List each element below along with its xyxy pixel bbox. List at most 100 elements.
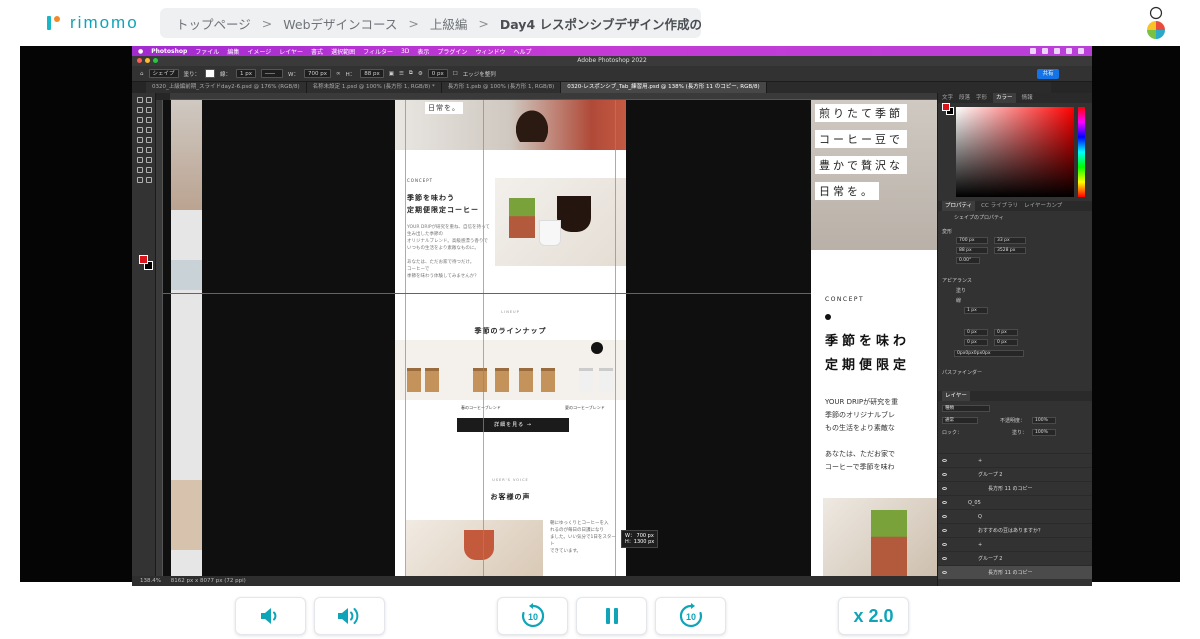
- minimize-icon[interactable]: [145, 58, 150, 63]
- magic-wand-icon[interactable]: [137, 117, 143, 123]
- panel-foreground-swatch[interactable]: [942, 103, 950, 111]
- eye-icon[interactable]: [942, 501, 947, 504]
- radius-css-field[interactable]: 0px0px0px0px: [954, 350, 1024, 357]
- pc-artboard[interactable]: 煎りたて季節 コーヒー豆で 豊かで贅沢な 日常を。 CONCEPT 季節を味わ …: [811, 100, 937, 576]
- tablet-artboard[interactable]: 日常を。 CONCEPT 季節を味わう 定期便限定コーヒー YOUR DRIPが…: [395, 100, 626, 576]
- brand-emblem-icon[interactable]: [1146, 5, 1166, 41]
- layer-kind-filter[interactable]: 種類: [942, 405, 990, 412]
- radius-field[interactable]: 0 px: [964, 339, 988, 346]
- volume-up-button[interactable]: [314, 597, 385, 635]
- fill-swatch[interactable]: [205, 69, 216, 78]
- apple-icon[interactable]: ●: [138, 48, 143, 55]
- eye-icon[interactable]: [942, 571, 947, 574]
- eraser-tool-icon[interactable]: [146, 137, 152, 143]
- appearance-section[interactable]: アピアランス: [942, 277, 972, 284]
- layer-row-selected[interactable]: 長方形 11 のコピー: [938, 565, 1092, 579]
- path-ops-icon[interactable]: ▣: [389, 71, 394, 77]
- eye-icon[interactable]: [942, 557, 947, 560]
- rewind-10-button[interactable]: 10: [497, 597, 568, 635]
- menu-select[interactable]: 選択範囲: [331, 47, 355, 56]
- fill-opacity-field[interactable]: 100%: [1032, 429, 1056, 436]
- prop-x-field[interactable]: 33 px: [994, 237, 1026, 244]
- menu-window[interactable]: ウィンドウ: [475, 47, 505, 56]
- menu-edit[interactable]: 編集: [227, 47, 239, 56]
- layer-row[interactable]: おすすめの豆はありますか？: [938, 523, 1092, 537]
- search-icon[interactable]: [1066, 48, 1072, 54]
- menu-filter[interactable]: フィルター: [363, 47, 393, 56]
- pause-button[interactable]: [576, 597, 647, 635]
- stroke-width-field[interactable]: 1 px: [236, 69, 257, 78]
- radius-field[interactable]: 0 px: [994, 339, 1018, 346]
- detail-button[interactable]: 詳細を見る →: [457, 418, 569, 432]
- tab-color[interactable]: カラー: [993, 93, 1016, 103]
- crop-tool-icon[interactable]: [146, 117, 152, 123]
- close-icon[interactable]: [137, 58, 142, 63]
- tab-info[interactable]: 情報: [1022, 93, 1033, 103]
- playback-speed-button[interactable]: x 2.0: [838, 597, 909, 635]
- guide-vertical[interactable]: [405, 100, 406, 576]
- path-select-icon[interactable]: [146, 157, 152, 163]
- tab-properties[interactable]: プロパティ: [942, 201, 976, 211]
- menu-help[interactable]: ヘルプ: [513, 47, 531, 56]
- layer-row[interactable]: グループ 2: [938, 551, 1092, 565]
- prop-w-field[interactable]: 700 px: [956, 237, 988, 244]
- height-field[interactable]: 88 px: [360, 69, 384, 78]
- prop-angle-field[interactable]: 0.00°: [956, 257, 980, 264]
- menu-type[interactable]: 書式: [311, 47, 323, 56]
- doc-tab[interactable]: 長方形 1.psb @ 100% (長方形 1, RGB/8): [441, 82, 562, 93]
- battery-icon[interactable]: [1054, 48, 1060, 54]
- eye-icon[interactable]: [942, 529, 947, 532]
- menu-view[interactable]: 表示: [417, 47, 429, 56]
- canvas[interactable]: 日常を。 CONCEPT 季節を味わう 定期便限定コーヒー YOUR DRIPが…: [163, 100, 937, 576]
- layer-row[interactable]: グループ 2: [938, 467, 1092, 481]
- layer-row[interactable]: Q_05: [938, 495, 1092, 509]
- type-tool-icon[interactable]: [137, 157, 143, 163]
- eye-icon[interactable]: [942, 459, 947, 462]
- forward-10-button[interactable]: 10: [655, 597, 726, 635]
- link-icon[interactable]: ∞: [336, 71, 341, 77]
- shape-mode-select[interactable]: シェイプ: [148, 69, 179, 78]
- layer-row[interactable]: +: [938, 537, 1092, 551]
- appearance-stroke-width[interactable]: 1 px: [964, 307, 988, 314]
- prop-h-field[interactable]: 88 px: [956, 247, 988, 254]
- menu-file[interactable]: ファイル: [195, 47, 219, 56]
- marquee-tool-icon[interactable]: [137, 107, 143, 113]
- home-icon[interactable]: ⌂: [140, 71, 144, 77]
- zoom-icon[interactable]: [153, 58, 158, 63]
- zoom-tool-icon[interactable]: [146, 177, 152, 183]
- align-icon[interactable]: ☰: [399, 71, 404, 77]
- zoom-level[interactable]: 138.4%: [140, 578, 161, 584]
- stamp-tool-icon[interactable]: [137, 137, 143, 143]
- gear-icon[interactable]: ⚙: [418, 71, 423, 77]
- eye-icon[interactable]: [942, 487, 947, 490]
- menu-layer[interactable]: レイヤー: [279, 47, 303, 56]
- guide-vertical[interactable]: [483, 100, 484, 576]
- tab-layer-comps[interactable]: レイヤーカンプ: [1024, 201, 1062, 211]
- rectangle-tool-icon[interactable]: [137, 167, 143, 173]
- blend-mode-select[interactable]: 通常: [942, 417, 978, 424]
- layer-row[interactable]: +: [938, 453, 1092, 467]
- tab-glyphs[interactable]: 字形: [976, 93, 987, 103]
- move-tool-icon[interactable]: [137, 97, 143, 103]
- corner-radius-field[interactable]: 0 px: [427, 69, 448, 78]
- doc-tab-active[interactable]: 0320-レスポンシブ_Tab_練習用.psd @ 138% (長方形 11 の…: [561, 82, 767, 93]
- radius-field[interactable]: 0 px: [994, 329, 1018, 336]
- eye-icon[interactable]: [942, 473, 947, 476]
- gradient-tool-icon[interactable]: [137, 147, 143, 153]
- hand-tool-icon[interactable]: [137, 177, 143, 183]
- eyedropper-icon[interactable]: [137, 127, 143, 133]
- transform-section[interactable]: 変形: [942, 228, 952, 235]
- eye-icon[interactable]: [942, 515, 947, 518]
- breadcrumb-web-design[interactable]: Webデザインコース: [283, 14, 397, 33]
- layer-row[interactable]: 長方形 11 のコピー: [938, 481, 1092, 495]
- tab-cc-libraries[interactable]: CC ライブラリ: [981, 201, 1018, 211]
- width-field[interactable]: 700 px: [304, 69, 331, 78]
- tab-layers[interactable]: レイヤー: [942, 391, 970, 401]
- breadcrumb-top[interactable]: トップページ: [176, 14, 251, 33]
- stroke-type-select[interactable]: ───: [261, 69, 284, 78]
- menu-3d[interactable]: 3D: [401, 48, 409, 55]
- align-edges-checkbox[interactable]: ☐: [453, 71, 458, 77]
- breadcrumb-advanced[interactable]: 上級編: [430, 14, 468, 33]
- arrange-icon[interactable]: ⧉: [409, 70, 413, 77]
- pen-tool-icon[interactable]: [146, 147, 152, 153]
